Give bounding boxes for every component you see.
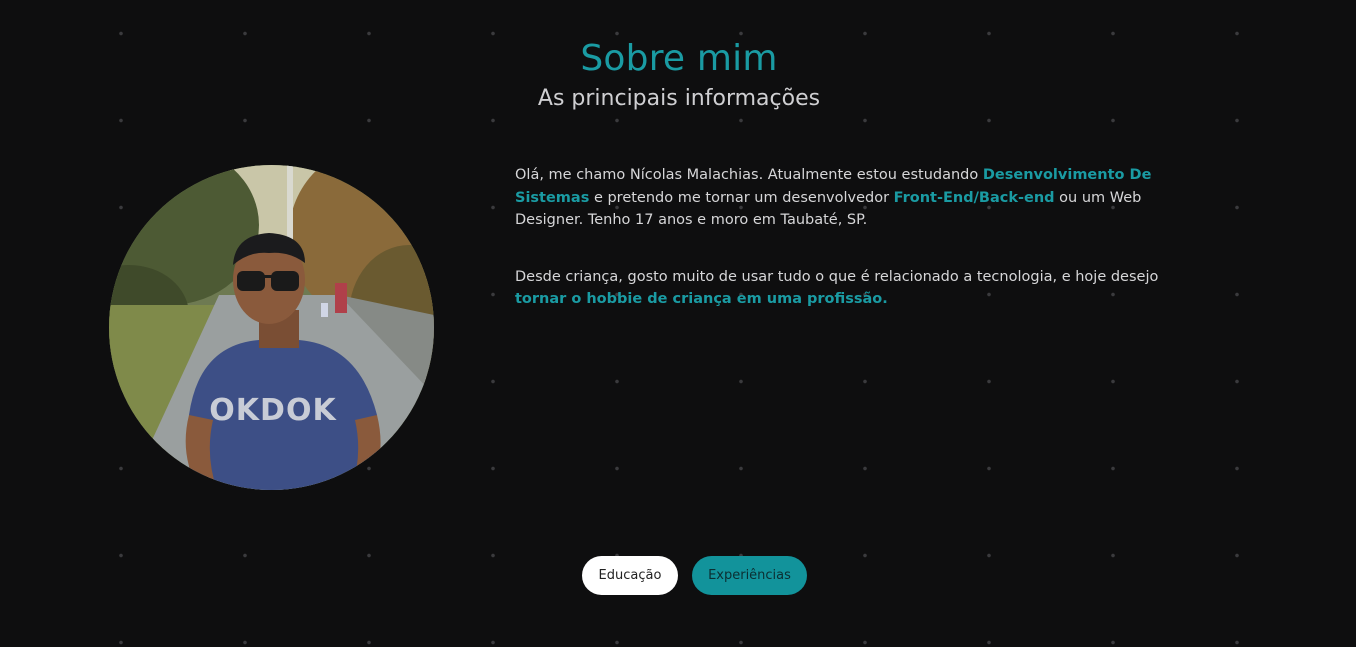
education-button[interactable]: Educação — [582, 556, 678, 595]
bio-p1-text-a: Olá, me chamo Nícolas Malachias. Atualme… — [515, 167, 983, 183]
bio-p2-text-a: Desde criança, gosto muito de usar tudo … — [515, 268, 1159, 285]
experience-button[interactable]: Experiências — [692, 556, 807, 595]
bio-text: Olá, me chamo Nícolas Malachias. Atualme… — [515, 164, 1205, 311]
shirt-text: OKDOK — [209, 393, 337, 428]
bio-paragraph-1: Olá, me chamo Nícolas Malachias. Atualme… — [515, 164, 1205, 232]
bio-p1-text-b: e pretendo me tornar um desenvolvedor — [589, 189, 894, 206]
highlight-role: Front-End/Back-end — [893, 189, 1055, 206]
section-title: Sobre mim — [580, 38, 778, 80]
about-section: Sobre mim As principais informações OKDO… — [0, 0, 1356, 647]
bio-paragraph-2: Desde criança, gosto muito de usar tudo … — [515, 266, 1205, 311]
profile-photo: OKDOK — [109, 165, 434, 490]
section-subtitle: As principais informações — [537, 86, 821, 112]
highlight-goal: tornar o hobbie de criança em uma profis… — [515, 291, 888, 307]
